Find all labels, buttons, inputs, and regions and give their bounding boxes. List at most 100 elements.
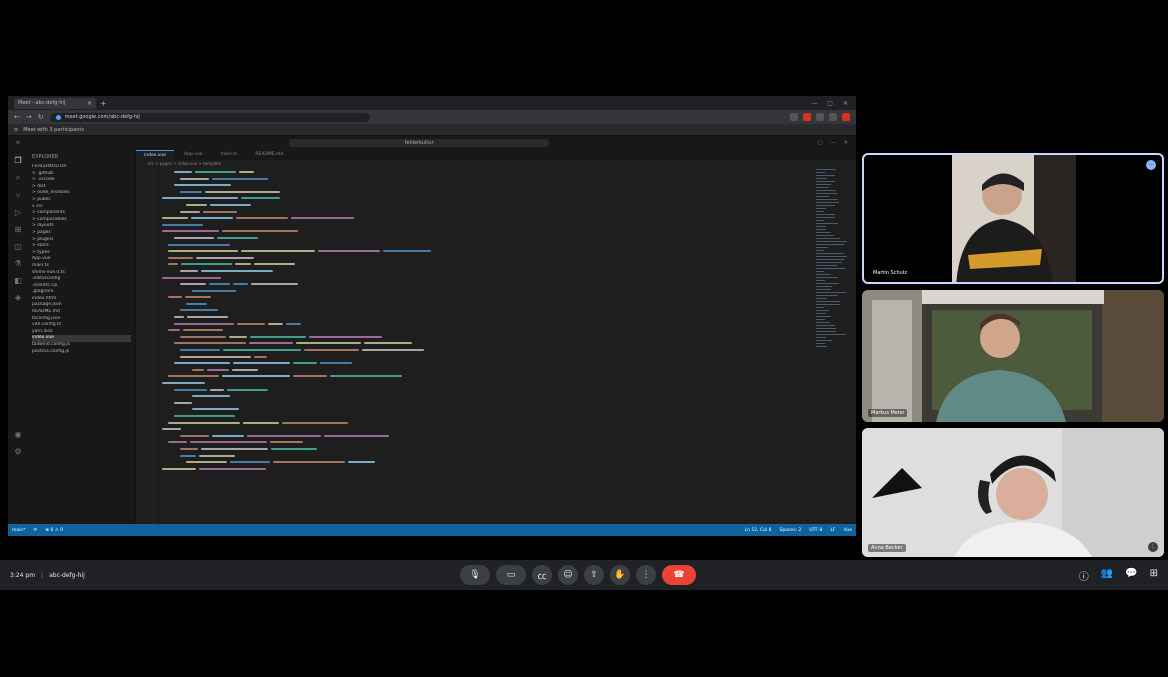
status-item[interactable]: main* (12, 528, 26, 533)
tree-item[interactable]: > .github (32, 171, 131, 178)
debug-icon[interactable]: ▷ (15, 208, 21, 217)
more-options-icon[interactable]: ⋮ (1148, 542, 1158, 552)
menu-icon[interactable]: ≡ (16, 140, 20, 146)
chat-icon[interactable]: 💬 (1125, 568, 1137, 583)
tree-item[interactable]: App.vue (32, 256, 131, 263)
close-icon[interactable]: × (87, 100, 92, 107)
tree-item[interactable]: package.json (32, 302, 131, 309)
editor-tab[interactable]: README.md (247, 150, 291, 160)
tree-item[interactable]: > types (32, 250, 131, 257)
tree-item[interactable]: tailwind.config.js (32, 342, 131, 349)
tree-item[interactable]: yarn.lock (32, 329, 131, 336)
status-item[interactable]: Spaces: 2 (779, 528, 801, 533)
new-tab-button[interactable]: + (100, 99, 107, 108)
remote-icon[interactable]: ◫ (14, 242, 22, 251)
tree-item[interactable]: README.md (32, 309, 131, 316)
editor-tab[interactable]: App.vue (176, 150, 211, 160)
tree-item[interactable]: > pages (32, 230, 131, 237)
tree-item[interactable]: index.vue (32, 335, 131, 343)
tree-item[interactable]: vite.config.ts (32, 322, 131, 329)
code-line (158, 340, 812, 347)
command-center[interactable]: fehlerkultur (289, 139, 550, 147)
url-input[interactable]: meet.google.com/abc-defg-hij (49, 112, 370, 122)
extensions-icon[interactable]: ⊞ (15, 225, 22, 234)
status-item[interactable]: LF (830, 528, 835, 533)
tree-item[interactable]: > layouts (32, 223, 131, 230)
address-bar: ← → ↻ meet.google.com/abc-defg-hij (8, 110, 856, 124)
layout-icon[interactable]: ▢ (818, 140, 823, 146)
tree-item[interactable]: > .vscode (32, 177, 131, 184)
update-icon[interactable] (842, 113, 850, 121)
tree-item[interactable]: FEHLERKULTUR (32, 164, 131, 171)
code-line (158, 281, 812, 288)
code-line (158, 327, 812, 334)
status-item[interactable]: Ln 12, Col 8 (745, 528, 772, 533)
close-window-icon[interactable]: ✕ (843, 100, 848, 107)
tree-item[interactable]: main.ts (32, 263, 131, 270)
leave-call-button[interactable]: ☎ (662, 565, 696, 585)
participant-tile[interactable]: Markus Meier (862, 290, 1164, 422)
tree-item[interactable]: v src (32, 204, 131, 211)
reload-icon[interactable]: ↻ (38, 113, 44, 121)
testing-icon[interactable]: ⚗ (14, 259, 21, 268)
source-control-icon[interactable]: ⑂ (16, 191, 21, 200)
tree-item[interactable]: .eslintrc.cjs (32, 283, 131, 290)
minimize-icon[interactable]: — (811, 100, 817, 107)
extension-icon[interactable] (816, 113, 824, 121)
minimize-icon[interactable]: — (831, 140, 836, 146)
present-button[interactable]: ⇪ (584, 565, 604, 585)
files-icon[interactable]: ❐ (14, 156, 21, 165)
tree-item[interactable]: > components (32, 210, 131, 217)
account-icon[interactable]: ◉ (15, 430, 22, 439)
code-view[interactable] (136, 167, 812, 524)
site-info-icon[interactable] (55, 114, 61, 120)
extension-icon[interactable] (790, 113, 798, 121)
code-line (158, 367, 812, 374)
activities-icon[interactable]: ⊞ (1150, 568, 1158, 583)
status-item[interactable]: UTF-8 (809, 528, 822, 533)
info-icon[interactable]: ⓘ (1079, 568, 1089, 583)
tree-item[interactable]: > dist (32, 184, 131, 191)
emoji-button[interactable]: ☺ (558, 565, 578, 585)
search-icon[interactable]: ⌕ (16, 173, 20, 183)
tree-item[interactable]: > public (32, 197, 131, 204)
raise-hand-button[interactable]: ✋ (610, 565, 630, 585)
browser-tab[interactable]: Meet - abc-defg-hij × (14, 97, 96, 109)
maximize-icon[interactable]: ▢ (827, 100, 833, 107)
people-icon[interactable]: 👥 (1101, 568, 1113, 583)
tree-item[interactable]: index.html (32, 296, 131, 303)
editor-tab[interactable]: index.vue (136, 150, 175, 160)
microphone-button[interactable]: 🎙 (460, 565, 490, 585)
breadcrumb[interactable]: src > pages > index.vue > template (136, 160, 856, 167)
close-icon[interactable]: ✕ (844, 140, 848, 146)
tree-item[interactable]: .editorconfig (32, 276, 131, 283)
git-icon[interactable]: ◈ (15, 293, 21, 302)
status-item[interactable]: ⊗ 0 ⚠ 0 (45, 528, 63, 533)
participant-tile[interactable]: Martin Schulz ⋯ (862, 153, 1164, 284)
participant-tile[interactable]: Anna Becker ⋮ (862, 428, 1164, 557)
profile-icon[interactable] (829, 113, 837, 121)
tree-item[interactable]: > store (32, 243, 131, 250)
tree-item[interactable]: .gitignore (32, 289, 131, 296)
tree-item[interactable]: > node_modules (32, 190, 131, 197)
back-icon[interactable]: ← (14, 113, 20, 121)
docker-icon[interactable]: ◧ (14, 276, 22, 285)
status-item[interactable]: Vue (844, 528, 852, 533)
forward-icon[interactable]: → (26, 113, 32, 121)
minimap[interactable] (816, 167, 850, 524)
tree-item[interactable]: tsconfig.json (32, 316, 131, 323)
menu-icon[interactable]: ≡ (14, 127, 18, 133)
tree-item[interactable]: postcss.config.js (32, 349, 131, 356)
tree-item[interactable]: > plugins (32, 237, 131, 244)
tree-item[interactable]: > composables (32, 217, 131, 224)
status-item[interactable]: ⟳ (34, 528, 38, 533)
participant-video (862, 428, 1164, 557)
meet-control-bar: 3:24 pm | abc-defg-hij 🎙 ▭ ㏄ ☺ ⇪ ✋ ⋮ ☎ ⓘ… (0, 560, 1168, 590)
more-options-button[interactable]: ⋮ (636, 565, 656, 585)
camera-button[interactable]: ▭ (496, 565, 526, 585)
settings-icon[interactable]: ⚙ (14, 447, 21, 456)
captions-button[interactable]: ㏄ (532, 565, 552, 585)
recording-icon[interactable] (803, 113, 811, 121)
editor-tab[interactable]: main.ts (213, 150, 246, 160)
tree-item[interactable]: shims-vue.d.ts (32, 270, 131, 277)
